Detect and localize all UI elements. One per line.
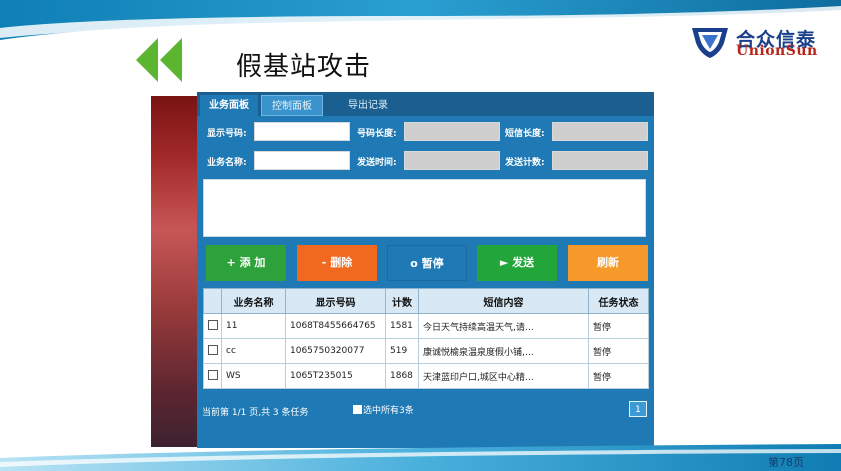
display-number-label: 显示号码:: [207, 129, 247, 139]
cell-business-name: cc: [221, 338, 286, 364]
cell-business-name: 11: [221, 313, 286, 339]
header-select: [203, 288, 222, 314]
cell-task-status: 暂停: [588, 363, 649, 389]
slide-title: 假基站攻击: [236, 52, 372, 82]
send-button[interactable]: ► 发送: [477, 245, 557, 281]
sms-length-label: 短信长度:: [505, 129, 545, 139]
delete-button[interactable]: - 删除: [297, 245, 377, 281]
business-name-label: 业务名称:: [207, 158, 247, 168]
select-all-label: 选中所有3条: [363, 406, 414, 416]
back-arrows-icon[interactable]: [136, 38, 184, 82]
send-count-label: 发送计数:: [505, 158, 545, 168]
pause-button[interactable]: o 暂停: [387, 245, 467, 281]
number-length-label: 号码长度:: [357, 129, 397, 139]
display-number-input[interactable]: [254, 122, 350, 141]
cell-task-status: 暂停: [588, 313, 649, 339]
send-time-input[interactable]: [404, 151, 500, 170]
cell-display-number: 1065T235015: [285, 363, 386, 389]
row-checkbox-cell[interactable]: [203, 363, 222, 389]
sms-length-input[interactable]: [552, 122, 648, 141]
cell-count: 1868: [385, 363, 419, 389]
table-row[interactable]: WS 1065T235015 1868 天津蓝印户口,城区中心精… 暂停: [203, 363, 649, 389]
add-button[interactable]: + 添 加: [206, 245, 286, 281]
cell-display-number: 1068T8455664765: [285, 313, 386, 339]
shield-logo-icon: [692, 28, 728, 58]
cell-display-number: 106575032007​7: [285, 338, 386, 364]
table-header-row: 业务名称 显示号码 计数 短信内容 任务状态: [203, 288, 649, 314]
cell-count: 519: [385, 338, 419, 364]
cell-count: 1581: [385, 313, 419, 339]
cell-sms-content: 康诚悦榆泉温泉度假小铺,…: [418, 338, 589, 364]
row-checkbox[interactable]: [207, 344, 218, 355]
slide-page-number: 第78页: [768, 456, 804, 469]
row-checkbox[interactable]: [207, 319, 218, 330]
cell-sms-content: 今日天气持续高温天气,请…: [418, 313, 589, 339]
tab-business-panel[interactable]: 业务面板: [200, 95, 258, 116]
business-name-input[interactable]: [254, 151, 350, 170]
desktop-background: [151, 96, 199, 447]
select-all-control[interactable]: 选中所有3条: [353, 403, 414, 416]
header-task-status[interactable]: 任务状态: [588, 288, 649, 314]
row-checkbox[interactable]: [207, 369, 218, 380]
message-textarea[interactable]: [203, 179, 646, 237]
bottom-decoration: [0, 440, 841, 471]
tab-bar: 业务面板 控制面板 导出记录: [197, 92, 654, 116]
select-all-checkbox[interactable]: [353, 405, 362, 414]
send-time-label: 发送时间:: [357, 158, 397, 168]
unionsun-logo: 合众信泰 UnionSun: [688, 25, 838, 61]
header-business-name[interactable]: 业务名称: [221, 288, 286, 314]
header-count[interactable]: 计数: [385, 288, 419, 314]
logo-english-name: UnionSun: [736, 43, 818, 59]
header-sms-content[interactable]: 短信内容: [418, 288, 589, 314]
tab-export-records[interactable]: 导出记录: [337, 95, 399, 116]
tab-control-panel[interactable]: 控制面板: [261, 95, 323, 116]
table-row[interactable]: 11 1068T8455664765 1581 今日天气持续高温天气,请… 暂停: [203, 313, 649, 339]
number-length-input[interactable]: [404, 122, 500, 141]
refresh-button[interactable]: 刷新: [568, 245, 648, 281]
row-checkbox-cell[interactable]: [203, 313, 222, 339]
cell-business-name: WS: [221, 363, 286, 389]
pagination-summary: 当前第 1/1 页,共 3 条任务: [202, 408, 309, 418]
page-button[interactable]: 1: [629, 401, 647, 417]
cell-task-status: 暂停: [588, 338, 649, 364]
task-table: 业务名称 显示号码 计数 短信内容 任务状态 11 1068T845566476…: [203, 288, 649, 389]
send-count-input[interactable]: [552, 151, 648, 170]
table-row[interactable]: cc 106575032007​7 519 康诚悦榆泉温泉度假小铺,… 暂停: [203, 338, 649, 364]
sms-app-window: 业务面板 控制面板 导出记录 显示号码: 号码长度: 短信长度: 业务名称: 发…: [197, 92, 654, 448]
row-checkbox-cell[interactable]: [203, 338, 222, 364]
cell-sms-content: 天津蓝印户口,城区中心精…: [418, 363, 589, 389]
header-display-number[interactable]: 显示号码: [285, 288, 386, 314]
